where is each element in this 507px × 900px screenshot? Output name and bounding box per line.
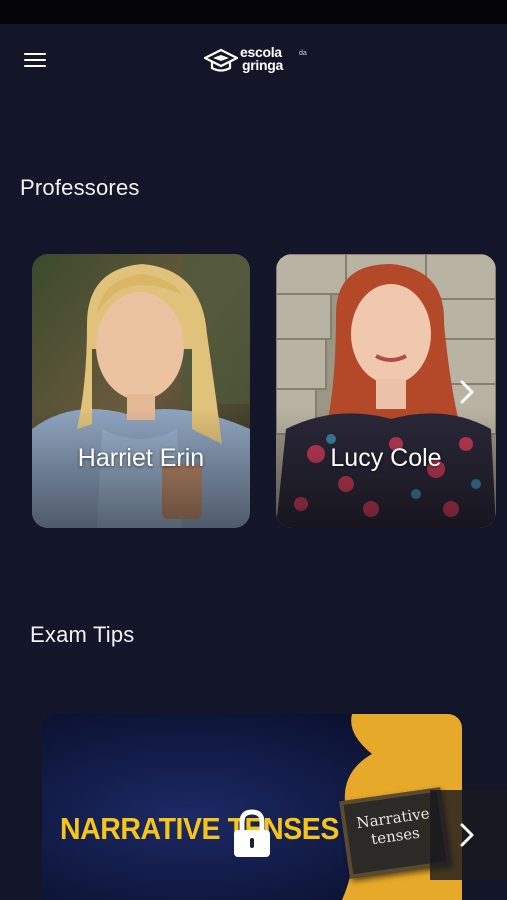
teacher-name: Harriet Erin (77, 444, 205, 472)
logo-small-text: da (299, 50, 307, 57)
app-logo: escola gringa da (204, 44, 308, 76)
chevron-right-icon (460, 823, 474, 847)
lock-icon (234, 809, 270, 857)
logo-line2: gringa (242, 57, 283, 73)
hamburger-icon-line (24, 65, 46, 67)
hamburger-icon-line (24, 59, 46, 61)
status-bar (0, 0, 507, 24)
teacher-card[interactable]: Harriet Erin (32, 254, 250, 528)
exam-tips-section-title: Exam Tips (30, 622, 135, 647)
hamburger-icon-line (24, 53, 46, 55)
exam-tip-card[interactable]: NARRATIVE TENSES Narrative tenses (42, 714, 462, 900)
teachers-next-arrow[interactable] (447, 372, 487, 412)
chevron-right-icon (460, 380, 474, 404)
logo-wordmark: escola gringa (240, 45, 283, 73)
teacher-name: Lucy Cole (330, 444, 442, 472)
menu-button[interactable] (22, 50, 48, 70)
exam-tips-next-arrow[interactable] (447, 815, 487, 855)
graduation-cap-icon (204, 48, 238, 72)
teachers-section-title: Professores (20, 175, 140, 200)
exam-tip-title: NARRATIVE TENSES (60, 811, 339, 846)
